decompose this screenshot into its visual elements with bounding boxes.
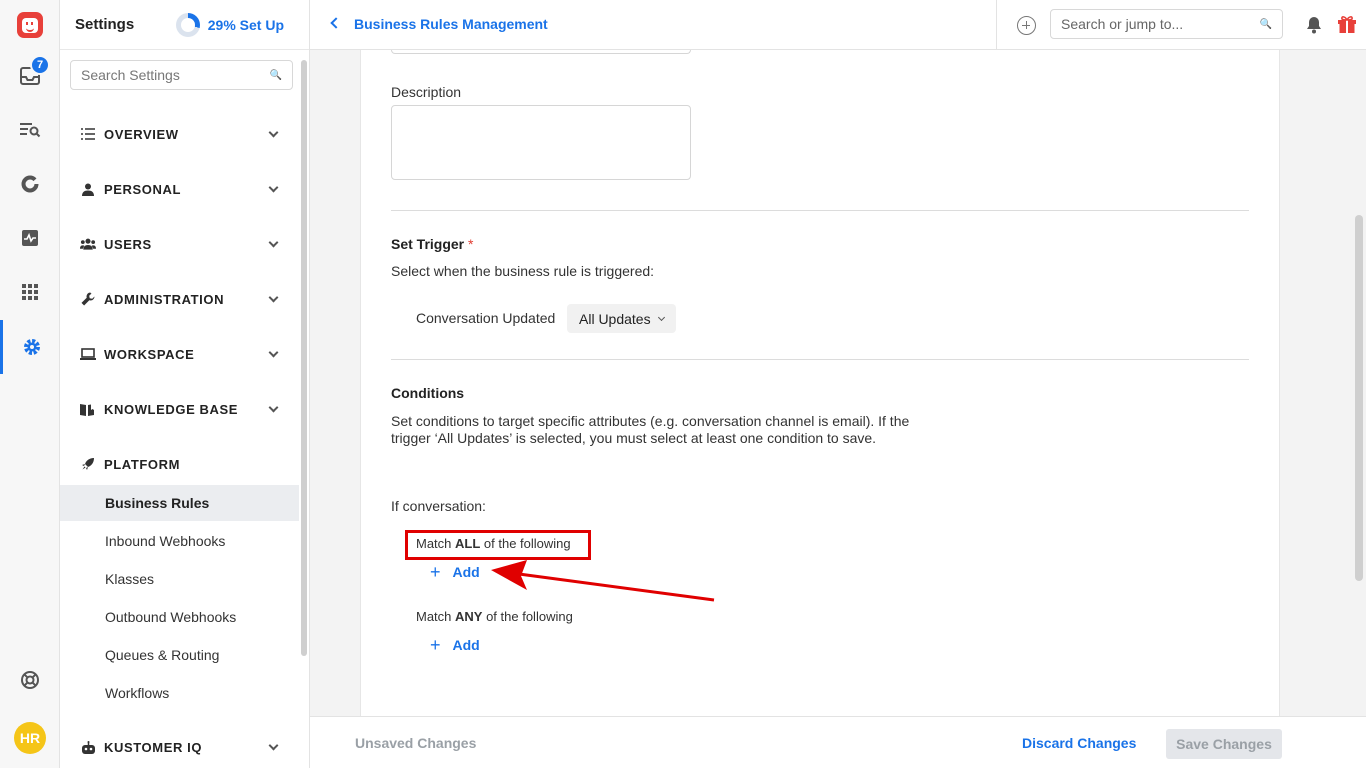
rule-name-input[interactable]: [391, 50, 691, 54]
chevron-down-icon: [268, 237, 279, 247]
gift-icon[interactable]: [1337, 14, 1357, 34]
add-all-condition-button[interactable]: + Add: [430, 562, 480, 582]
rail-activity[interactable]: [0, 218, 60, 258]
laptop-icon: [80, 346, 96, 362]
top-bar: Business Rules Management Search or jump…: [310, 0, 1366, 50]
chevron-down-icon: [268, 292, 279, 302]
topbar-divider: [996, 0, 997, 50]
discard-changes-button[interactable]: Discard Changes: [1022, 735, 1136, 751]
unsaved-status: Unsaved Changes: [355, 735, 477, 751]
global-search-input[interactable]: Search or jump to... 🔍: [1050, 9, 1283, 39]
setup-progress-ring-icon: [175, 12, 200, 37]
book-icon: [80, 401, 96, 417]
app-logo-icon[interactable]: [17, 12, 43, 38]
main-scrollbar[interactable]: [1355, 215, 1363, 581]
back-chevron-icon[interactable]: [330, 17, 342, 29]
sidebar-item-klasses[interactable]: Klasses: [60, 561, 299, 597]
sidebar-section-administration[interactable]: ADMINISTRATION: [60, 284, 299, 314]
chevron-down-icon: [268, 347, 279, 357]
trigger-event-label: Conversation Updated: [416, 310, 556, 326]
sidebar-section-users[interactable]: USERS: [60, 229, 299, 259]
gear-icon: [23, 339, 40, 355]
divider: [391, 210, 1249, 211]
required-asterisk: *: [468, 236, 474, 252]
main-content: Description Set Trigger * Select when th…: [310, 50, 1366, 716]
sidebar-title: Settings: [75, 16, 135, 33]
search-icon: 🔍: [1259, 18, 1272, 30]
bell-icon[interactable]: [1306, 16, 1322, 34]
match-any-label: Match ANY of the following: [416, 609, 573, 624]
chevron-down-icon: [268, 740, 279, 750]
settings-search-placeholder: Search Settings: [81, 67, 180, 83]
left-rail: 7 HR: [0, 0, 60, 768]
rail-settings[interactable]: [0, 320, 60, 374]
sidebar-section-overview[interactable]: OVERVIEW: [60, 119, 299, 149]
sidebar-item-queues-routing[interactable]: Queues & Routing: [60, 637, 299, 673]
list-icon: [80, 126, 96, 142]
person-icon: [80, 181, 96, 197]
match-all-label: Match ALL of the following: [416, 536, 571, 551]
set-trigger-heading: Set Trigger *: [391, 236, 474, 252]
settings-search-input[interactable]: Search Settings 🔍: [70, 60, 293, 90]
global-search-placeholder: Search or jump to...: [1061, 16, 1184, 32]
divider: [391, 359, 1249, 360]
chevron-down-icon: [657, 313, 665, 321]
sidebar-section-personal[interactable]: PERSONAL: [60, 174, 299, 204]
users-icon: [80, 236, 96, 252]
description-textarea[interactable]: [391, 105, 691, 180]
if-conversation-label: If conversation:: [391, 498, 486, 514]
search-icon: 🔍: [269, 69, 282, 81]
sidebar-section-workspace[interactable]: WORKSPACE: [60, 339, 299, 369]
grid-icon: [22, 284, 38, 300]
robot-icon: [80, 739, 96, 755]
sidebar-section-kustomer-iq[interactable]: KUSTOMER IQ: [60, 732, 299, 762]
sidebar-item-workflows[interactable]: Workflows: [60, 675, 299, 711]
chevron-down-icon: [268, 182, 279, 192]
breadcrumb[interactable]: Business Rules Management: [354, 16, 548, 32]
inbox-count-badge: 7: [30, 55, 50, 75]
create-plus-icon[interactable]: [1017, 16, 1036, 35]
activity-icon: [22, 230, 38, 246]
plus-icon: +: [430, 635, 441, 655]
sidebar-item-inbound-webhooks[interactable]: Inbound Webhooks: [60, 523, 299, 559]
settings-sidebar: Settings 29% Set Up Search Settings 🔍 OV…: [60, 0, 310, 768]
sidebar-section-platform[interactable]: PLATFORM: [60, 449, 299, 479]
plus-icon: +: [430, 562, 441, 582]
user-avatar[interactable]: HR: [14, 722, 46, 754]
rocket-icon: [80, 456, 96, 472]
footer-bar: Unsaved Changes Discard Changes Save Cha…: [310, 716, 1366, 768]
sidebar-item-outbound-webhooks[interactable]: Outbound Webhooks: [60, 599, 299, 635]
add-any-condition-button[interactable]: + Add: [430, 635, 480, 655]
conditions-heading: Conditions: [391, 385, 465, 401]
trigger-help-text: Select when the business rule is trigger…: [391, 263, 655, 279]
conditions-help-text: Set conditions to target specific attrib…: [391, 413, 910, 446]
sidebar-item-business-rules[interactable]: Business Rules: [60, 485, 299, 521]
description-label: Description: [391, 84, 462, 100]
list-search-icon: [20, 123, 41, 138]
lifebuoy-icon: [21, 671, 39, 689]
wrench-icon: [80, 291, 96, 307]
setup-progress[interactable]: 29% Set Up: [175, 12, 284, 37]
save-changes-button[interactable]: Save Changes: [1166, 729, 1282, 759]
rail-search[interactable]: [0, 110, 60, 150]
setup-progress-label: 29% Set Up: [207, 16, 284, 33]
rule-form-card: Description Set Trigger * Select when th…: [360, 50, 1280, 716]
sidebar-scrollbar[interactable]: [301, 60, 307, 656]
chevron-down-icon: [268, 127, 279, 137]
sidebar-header: Settings 29% Set Up: [60, 0, 309, 50]
annotation-arrow-icon: [491, 560, 715, 602]
rail-reports[interactable]: [0, 164, 60, 204]
chevron-down-icon: [268, 402, 279, 412]
rail-help[interactable]: [0, 660, 60, 700]
donut-chart-icon: [21, 175, 39, 193]
trigger-updates-select[interactable]: All Updates: [567, 304, 676, 333]
rail-apps[interactable]: [0, 272, 60, 312]
sidebar-section-knowledge-base[interactable]: KNOWLEDGE BASE: [60, 394, 299, 424]
